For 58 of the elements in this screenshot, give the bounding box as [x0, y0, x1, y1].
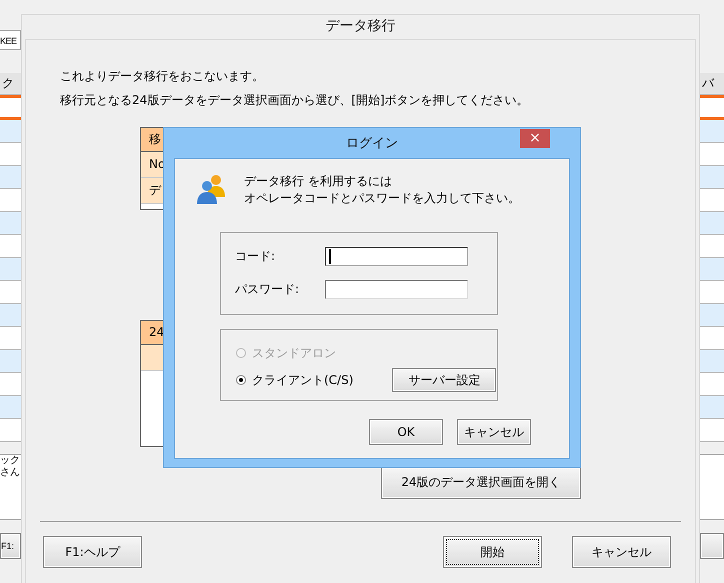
table-row[interactable] [700, 212, 724, 235]
table-row[interactable] [700, 373, 724, 396]
input-field[interactable] [325, 247, 468, 266]
table-row[interactable] [700, 189, 724, 212]
note-text: ック さん [0, 454, 21, 520]
table-row[interactable] [0, 281, 21, 304]
table-row[interactable] [0, 166, 21, 189]
table-row[interactable] [700, 143, 724, 166]
selected-row[interactable] [700, 95, 724, 120]
text-field[interactable]: KEE [0, 30, 21, 50]
table-row[interactable] [700, 419, 724, 442]
column-header: バ [700, 73, 724, 95]
table-row[interactable] [0, 373, 21, 396]
toolbar-button[interactable] [700, 533, 724, 559]
table-row[interactable] [700, 120, 724, 143]
table-row[interactable] [0, 327, 21, 350]
instruction-text: 移行元となる24版データをデータ選択画面から選び、[開始]ボタンを押してください。 [60, 92, 530, 108]
text-area [700, 454, 724, 520]
table-row[interactable] [700, 166, 724, 189]
table-row[interactable] [700, 281, 724, 304]
table-row[interactable] [700, 350, 724, 373]
table-row[interactable] [700, 327, 724, 350]
dialog-button[interactable]: 開始 [443, 536, 542, 568]
table-row[interactable] [0, 396, 21, 419]
open-selection-button[interactable]: 24版のデータ選択画面を開く [381, 466, 581, 499]
field-label: コード: [235, 248, 276, 265]
table-row[interactable] [700, 235, 724, 258]
table-row[interactable] [0, 304, 21, 327]
table-row[interactable] [0, 350, 21, 373]
table-row[interactable] [0, 120, 21, 143]
dialog-title: データ移行 [324, 17, 396, 36]
radio-button[interactable] [236, 375, 246, 385]
table-row[interactable] [0, 258, 21, 281]
function-key-button[interactable]: F1: [0, 533, 21, 559]
table-row[interactable] [0, 189, 21, 212]
users-icon [196, 173, 228, 205]
close-button[interactable]: × [520, 129, 550, 148]
table-row[interactable] [0, 235, 21, 258]
dialog-button[interactable]: キャンセル [457, 419, 531, 445]
dialog-button[interactable]: F1:ヘルプ [43, 536, 142, 568]
table-row[interactable] [0, 419, 21, 442]
input-field[interactable] [325, 280, 468, 299]
radio-label: クライアント(C/S) [252, 372, 354, 388]
login-message: データ移行 を利用するには オペレータコードとパスワードを入力して下さい。 [244, 173, 520, 207]
field-label: パスワード: [235, 281, 300, 298]
column-header: ク [0, 73, 21, 95]
radio-label: スタンドアロン [252, 344, 336, 362]
dialog-button[interactable]: OK [369, 419, 443, 445]
selected-row[interactable] [0, 95, 21, 120]
server-settings-button[interactable]: サーバー設定 [392, 368, 496, 392]
table-row[interactable] [0, 212, 21, 235]
table-row[interactable] [700, 258, 724, 281]
table-row[interactable] [700, 304, 724, 327]
dialog-button[interactable]: キャンセル [572, 536, 671, 568]
table-row[interactable] [0, 143, 21, 166]
table-row[interactable] [700, 396, 724, 419]
instruction-text: これよりデータ移行をおこないます。 [60, 68, 265, 84]
dialog-title: ログイン [346, 135, 398, 152]
